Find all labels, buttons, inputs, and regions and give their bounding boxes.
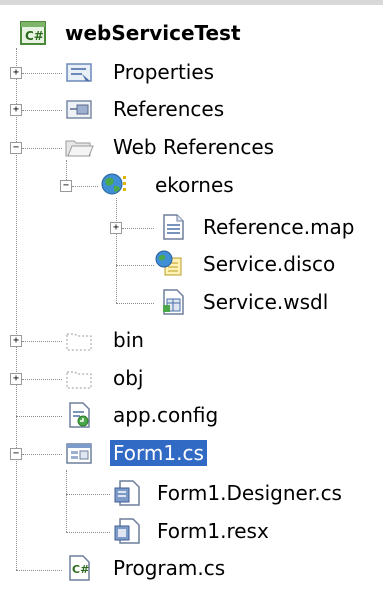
project-name: webServiceTest [65, 21, 241, 45]
properties-icon [64, 57, 94, 87]
expand-toggle[interactable]: + [10, 104, 22, 116]
expand-toggle[interactable]: + [10, 67, 22, 79]
csharp-project-icon: C# [18, 18, 48, 48]
properties-label: Properties [113, 60, 215, 84]
tree-node-properties[interactable]: + Properties [0, 55, 383, 92]
tree-node-form1-designer[interactable]: Form1.Designer.cs [0, 476, 383, 513]
tree-node-references[interactable]: + References [0, 92, 383, 129]
svg-text:C#: C# [72, 563, 89, 576]
tree-node-app-config[interactable]: app.config [0, 398, 383, 435]
tree-node-bin[interactable]: + bin [0, 323, 383, 360]
hidden-folder-icon [64, 363, 94, 393]
tree-node-program[interactable]: C# Program.cs [0, 553, 383, 590]
form1-label: Form1.cs [110, 440, 207, 466]
collapse-toggle[interactable]: − [10, 448, 22, 460]
tree-node-web-references[interactable]: − Web References [0, 130, 383, 167]
reference-map-label: Reference.map [203, 215, 355, 239]
tree-node-service-wsdl[interactable]: Service.wsdl [0, 285, 383, 322]
references-icon [64, 94, 94, 124]
tree-node-service-disco[interactable]: Service.disco [0, 247, 383, 284]
ekornes-label: ekornes [155, 173, 234, 197]
document-icon [158, 212, 188, 242]
svg-text:C#: C# [25, 29, 44, 43]
service-disco-label: Service.disco [203, 252, 336, 276]
references-label: References [113, 97, 225, 121]
tree-node-form1-resx[interactable]: Form1.resx [0, 514, 383, 551]
web-references-label: Web References [113, 135, 275, 159]
form-file-icon [64, 438, 94, 468]
folder-open-icon [64, 132, 94, 162]
collapse-toggle[interactable]: − [10, 142, 22, 154]
form1-designer-label: Form1.Designer.cs [157, 481, 342, 505]
expand-toggle[interactable]: + [110, 222, 122, 234]
tree-node-reference-map[interactable]: + Reference.map [0, 210, 383, 247]
program-label: Program.cs [113, 556, 226, 580]
web-reference-globe-icon [100, 170, 130, 200]
service-wsdl-label: Service.wsdl [203, 290, 329, 314]
csharp-file-icon: C# [64, 553, 94, 583]
disco-file-icon [154, 249, 184, 279]
expand-toggle[interactable]: + [10, 373, 22, 385]
csharp-file-icon [112, 478, 142, 508]
resx-file-icon [112, 516, 142, 546]
hidden-folder-icon [64, 325, 94, 355]
expand-toggle[interactable]: + [10, 335, 22, 347]
tree-node-form1[interactable]: − Form1.cs [0, 436, 383, 473]
solution-explorer-tree: C# webServiceTest + Properties + Referen… [0, 0, 383, 582]
tree-node-project[interactable]: C# webServiceTest [0, 18, 383, 55]
bin-label: bin [113, 328, 144, 352]
obj-label: obj [113, 366, 144, 390]
config-file-icon [64, 400, 94, 430]
form1-resx-label: Form1.resx [157, 519, 269, 543]
app-config-label: app.config [113, 403, 219, 427]
wsdl-file-icon [158, 287, 188, 317]
tree-node-ekornes[interactable]: − ekornes [0, 168, 383, 205]
collapse-toggle[interactable]: − [60, 180, 72, 192]
tree-node-obj[interactable]: + obj [0, 361, 383, 398]
